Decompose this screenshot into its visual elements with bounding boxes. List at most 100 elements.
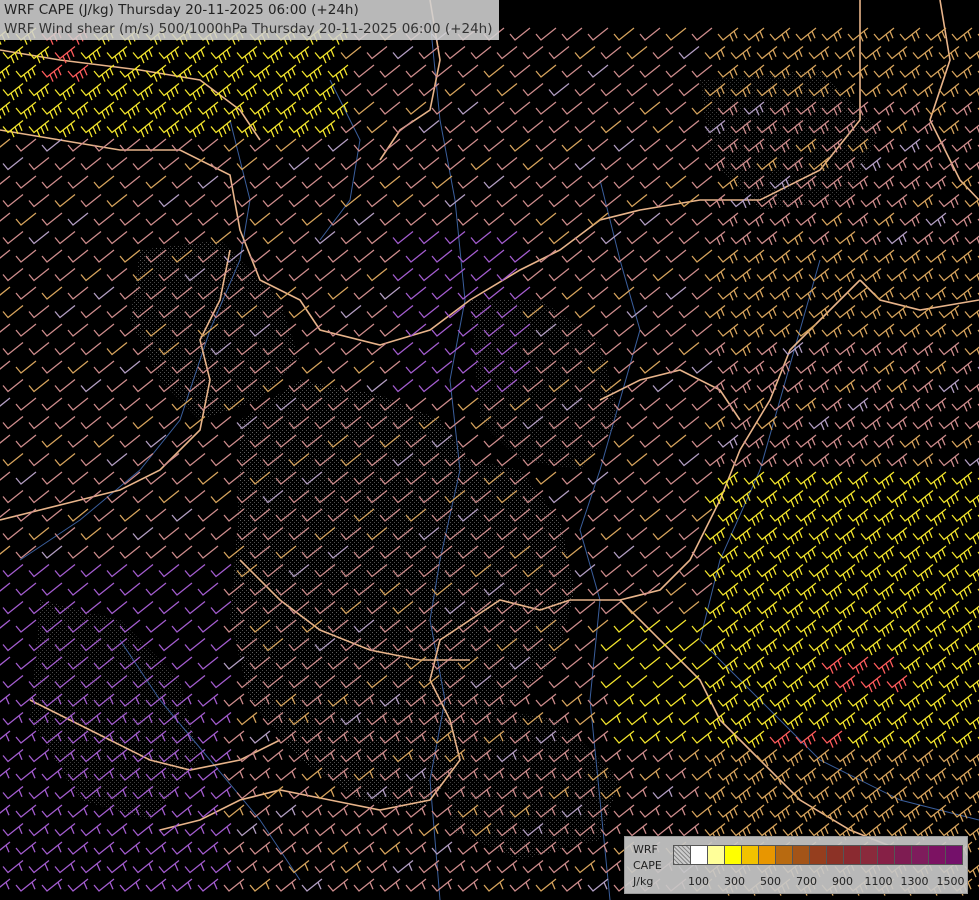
wind-barb [197,434,219,448]
wind-barb [834,600,856,619]
wind-barb [509,286,531,300]
wind-barb [704,378,726,394]
wind-barb [327,878,349,892]
wind-barb [951,619,973,637]
wind-barb [496,45,518,60]
wind-barb [379,360,401,374]
wind-barb [249,249,271,263]
wind-barb [925,323,947,338]
wind-barb [392,230,414,245]
wind-barb [886,156,908,172]
wind-barb [210,563,232,578]
wind-barb [41,286,63,300]
wind-barb [0,619,11,629]
wind-barb [340,230,362,245]
wind-barb [574,859,596,874]
wind-barb [600,230,622,245]
wind-barb [821,619,843,637]
wind-barb [119,212,141,226]
wind-barb [275,175,297,189]
wind-barb [2,230,24,245]
wind-barb [132,45,154,64]
wind-barb [444,378,466,393]
wind-barb [704,674,726,693]
wind-barb [379,212,401,226]
wind-barb [626,45,648,60]
wind-barb [561,508,583,522]
wind-barb [431,360,453,374]
wind-barb [899,323,921,338]
wind-barb [665,212,687,226]
wind-barb [67,286,89,300]
wind-barb [67,323,89,337]
wind-barb [834,230,856,246]
wind-barb [15,730,37,744]
wind-barb [704,526,726,545]
wind-barb [717,804,739,822]
wind-barb [756,415,778,431]
wind-barb [808,415,830,431]
wind-barb [67,582,89,596]
wind-barb [106,304,128,319]
wind-barb [2,378,24,393]
wind-barb [2,45,24,64]
wind-barb [847,249,869,264]
wind-barb [405,249,427,263]
wind-barb [314,859,336,874]
wind-barb [80,304,102,319]
wind-barb [873,212,895,227]
wind-barb [691,508,713,522]
wind-barb [587,323,609,337]
wind-barb [717,323,739,338]
wind-barb [184,822,206,837]
wind-barb [938,711,960,730]
wind-barb [366,378,388,393]
wind-barb [860,452,882,468]
wind-barb [483,101,505,115]
wind-barb [912,415,934,431]
wind-barb [639,693,661,707]
legend-tick-label: 1100 [864,875,893,888]
wind-barb [951,545,973,563]
wind-barb [67,508,89,522]
wind-barb [93,64,115,82]
wind-barb [535,878,557,892]
wind-barb [600,489,622,504]
wind-barb [847,360,869,375]
wind-barb [639,323,661,337]
wind-barb [353,841,375,855]
wind-shear-title: WRF Wind shear (m/s) 500/1000hPa Thursda… [4,21,493,37]
wind-barb [613,767,635,781]
wind-barb [665,730,687,744]
wind-barb [730,45,752,61]
wind-barb [743,619,765,637]
wind-barb [613,508,635,522]
wind-barb [41,508,63,522]
wind-barb [418,822,440,837]
wind-barb [730,378,752,394]
wind-barb [795,27,817,42]
wind-barb [470,267,492,282]
wind-barb [67,138,89,152]
wind-barb [327,360,349,374]
wind-barb [834,341,856,357]
wind-barb [106,156,128,171]
wind-barb [171,545,193,559]
wind-barb [535,27,557,41]
wind-barb [457,397,479,411]
wind-barb [587,545,609,559]
wind-barb [353,64,375,78]
wind-barb [743,471,765,489]
wind-barb [639,249,661,263]
wind-barb [704,267,726,283]
wind-barb [613,619,635,633]
wind-barb [132,600,154,615]
wind-barb [860,711,882,730]
wind-barb [2,785,24,800]
wind-barb [730,785,752,804]
wind-barb [0,767,11,779]
wind-barb [743,508,765,526]
wind-barb [210,489,232,504]
wind-barb [925,360,947,375]
wind-barb [535,693,557,707]
